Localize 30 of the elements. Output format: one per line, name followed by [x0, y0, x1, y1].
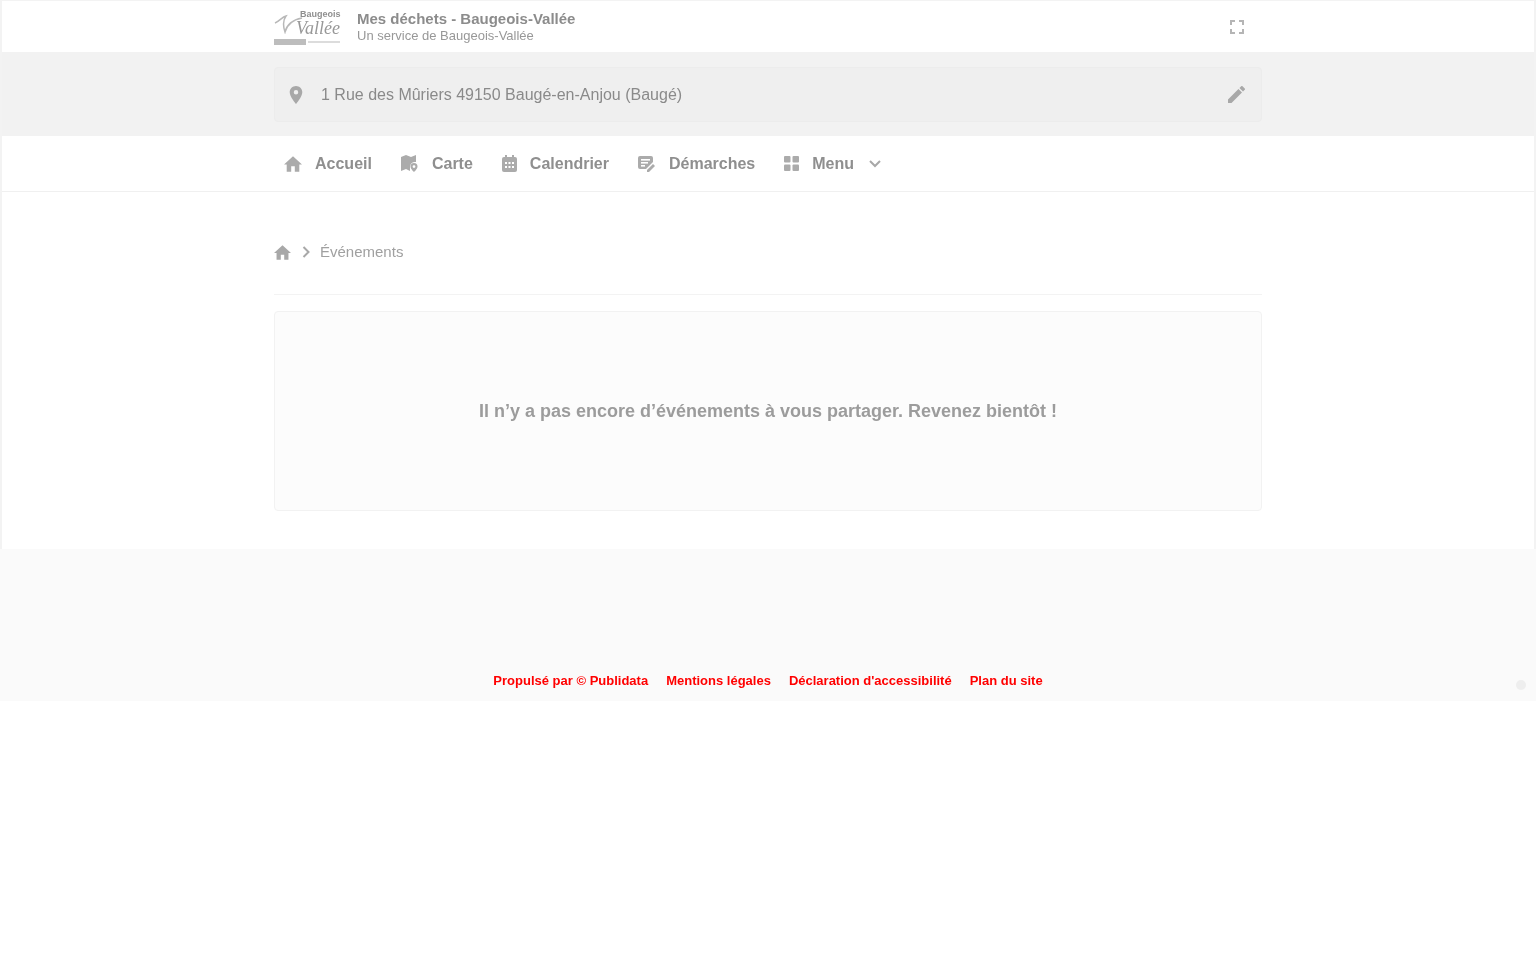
- home-icon: [284, 155, 302, 172]
- home-icon: [274, 244, 291, 260]
- edit-icon: [1227, 86, 1245, 103]
- footer-link[interactable]: Propulsé par © Publidata: [493, 670, 649, 690]
- footer-link[interactable]: Plan du site: [969, 670, 1043, 690]
- map-pin-icon: [400, 155, 419, 172]
- footer-link[interactable]: Déclaration d'accessibilité: [788, 670, 952, 690]
- nav-item[interactable]: Calendrier: [491, 143, 619, 184]
- footer-link[interactable]: Mentions légales: [666, 670, 771, 690]
- site-subtitle: Un service de Baugeois-Vallée: [357, 28, 535, 43]
- fullscreen-icon: [1230, 19, 1244, 34]
- home-link[interactable]: [274, 243, 291, 261]
- location-pin-icon: [289, 85, 303, 104]
- calendar-icon: [501, 155, 517, 172]
- address-field[interactable]: 1 Rue des Mûriers 49150 Baugé-en-Anjou (Baugé): [274, 67, 1262, 122]
- nav-item[interactable]: Accueil: [274, 143, 382, 184]
- site-title: Mes déchets - Baugeois-Vallée: [357, 10, 576, 28]
- logo-band-icon: [274, 38, 340, 45]
- address-value: 1 Rue des Mûriers 49150 Baugé-en-Anjou (Baugé): [321, 84, 683, 105]
- fullscreen-button[interactable]: [1228, 17, 1246, 36]
- edit-button[interactable]: [1227, 85, 1245, 104]
- nav-item[interactable]: Menu: [774, 143, 892, 184]
- nav-item[interactable]: Carte: [390, 143, 483, 184]
- grid-icon: [784, 156, 800, 171]
- note-edit-icon: [637, 155, 656, 172]
- empty-message: Il n’y a pas encore d’événements à vous partager. Revenez bientôt !: [478, 399, 1058, 423]
- logo-text: Baugeois: [300, 8, 341, 19]
- breadcrumb-current: Événements: [320, 241, 404, 262]
- nav-item[interactable]: Démarches: [627, 143, 766, 184]
- chevron-right-icon: [302, 246, 310, 258]
